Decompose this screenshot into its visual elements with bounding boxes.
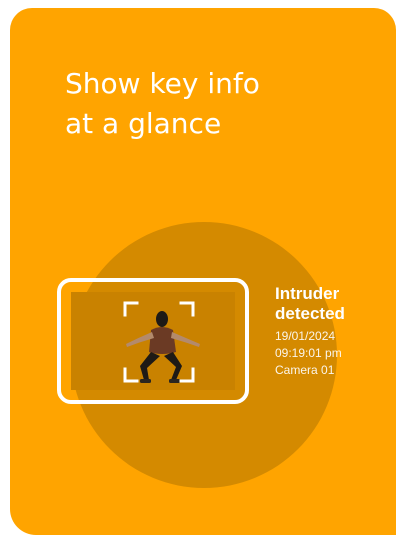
headline-line-1: Show key info xyxy=(65,67,260,100)
alert-title: Intruder detected xyxy=(275,284,393,324)
alert-time: 09:19:01 pm xyxy=(275,346,342,360)
headline: Show key info at a glance xyxy=(65,64,325,144)
alert-title-line-2: detected xyxy=(275,304,345,323)
alert-camera: Camera 01 xyxy=(275,363,335,377)
camera-frame-icon xyxy=(57,278,249,404)
alert-details: 19/01/2024 09:19:01 pm Camera 01 xyxy=(275,328,393,379)
intruder-alert: Intruder detected 19/01/2024 09:19:01 pm… xyxy=(275,284,393,379)
promo-card: Show key info at a glance Intruder detec… xyxy=(10,8,396,535)
headline-line-2: at a glance xyxy=(65,107,222,140)
alert-title-line-1: Intruder xyxy=(275,284,340,303)
alert-date: 19/01/2024 xyxy=(275,329,336,343)
